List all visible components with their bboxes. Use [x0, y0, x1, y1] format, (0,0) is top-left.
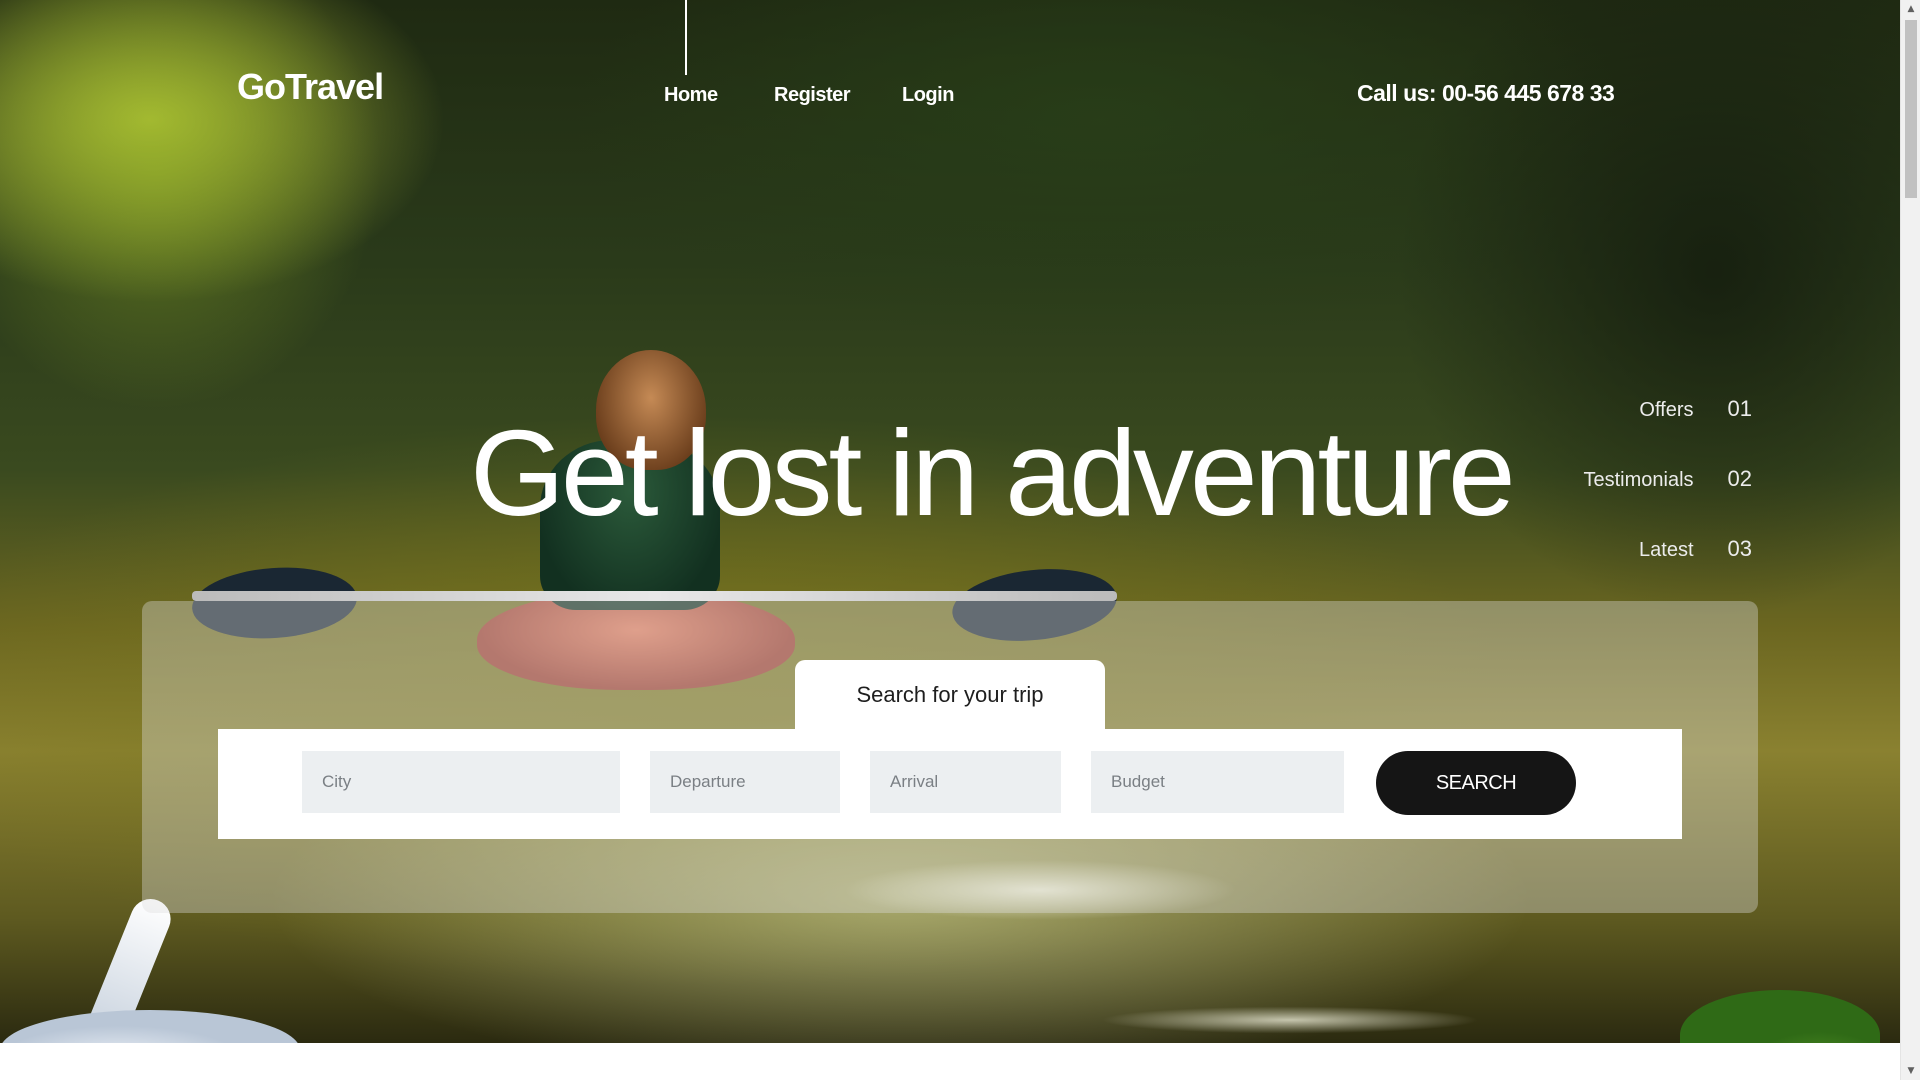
- side-nav-label: Latest: [1639, 539, 1694, 561]
- water-glare: [1040, 1000, 1540, 1040]
- budget-input[interactable]: [1091, 751, 1344, 813]
- side-nav-item-latest[interactable]: Latest 03: [1639, 536, 1752, 562]
- side-nav-number: 01: [1727, 396, 1752, 421]
- hero-title: Get lost in adventure: [470, 404, 1516, 541]
- side-nav-item-testimonials[interactable]: Testimonials 02: [1583, 466, 1752, 492]
- kayak-paddle-shaft: [192, 591, 1117, 601]
- search-button[interactable]: SEARCH: [1376, 751, 1576, 815]
- nav-login-link[interactable]: Login: [902, 84, 954, 107]
- active-nav-indicator: [685, 0, 687, 75]
- departure-input[interactable]: [650, 751, 840, 813]
- side-nav-label: Offers: [1639, 399, 1694, 421]
- chevron-up-icon[interactable]: ▲: [1901, 0, 1920, 18]
- page-scrollbar[interactable]: ▲ ▼: [1900, 0, 1920, 1080]
- side-nav-item-offers[interactable]: Offers 01: [1639, 396, 1752, 422]
- arrival-input[interactable]: [870, 751, 1061, 813]
- airplane-image: [0, 1010, 300, 1043]
- nav-register-link[interactable]: Register: [774, 84, 851, 107]
- trip-search-form: SEARCH: [218, 729, 1682, 839]
- phone-number[interactable]: Call us: 00-56 445 678 33: [1357, 80, 1615, 107]
- side-nav-number: 02: [1727, 466, 1752, 491]
- side-nav-number: 03: [1727, 536, 1752, 561]
- side-nav-label: Testimonials: [1583, 469, 1694, 491]
- palm-leaf-image: [1680, 990, 1880, 1043]
- search-tab[interactable]: Search for your trip: [795, 660, 1105, 730]
- page: GoTravel Home Register Login Call us: 00…: [0, 0, 1920, 1080]
- scrollbar-thumb[interactable]: [1905, 20, 1917, 198]
- city-input[interactable]: [302, 751, 620, 813]
- next-section-strip: [0, 1043, 1900, 1080]
- nav-home-link[interactable]: Home: [664, 84, 718, 107]
- chevron-down-icon[interactable]: ▼: [1901, 1062, 1920, 1080]
- logo[interactable]: GoTravel: [237, 66, 384, 108]
